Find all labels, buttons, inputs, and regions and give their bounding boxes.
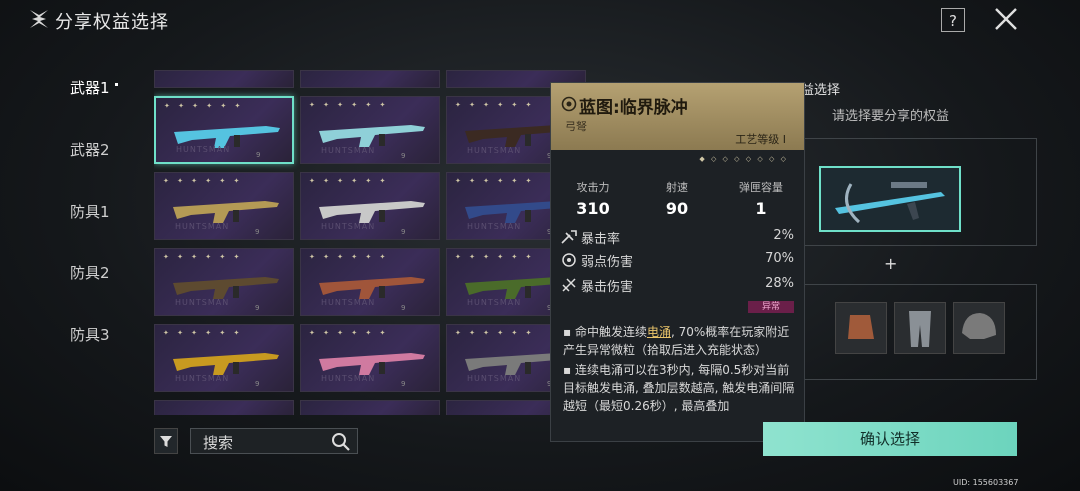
attr-crit-damage: 暴击伤害 28% <box>561 276 794 296</box>
stat-attack: 攻击力 310 <box>576 181 610 218</box>
blueprint-icon <box>561 96 577 112</box>
item-stars: ◆ ◇ ◇ ◇ ◇ ◇ ◇ ◇ <box>699 155 788 163</box>
filter-button[interactable] <box>154 428 178 454</box>
tab-weapon-1[interactable]: 武器1 <box>70 77 118 98</box>
grid-item[interactable]: ✦ ✦ ✦ ✦ ✦ ✦ HUNTSMAN 9 <box>300 96 440 164</box>
filter-icon <box>160 436 172 447</box>
item-count: 9 <box>401 380 406 388</box>
crossbow-icon <box>835 182 945 224</box>
attr-weak-damage: 弱点伤害 70% <box>561 251 794 271</box>
grid-item-partial[interactable] <box>154 70 294 88</box>
item-stars: ✦ ✦ ✦ ✦ ✦ ✦ <box>455 253 535 261</box>
item-type: 弓弩 <box>565 120 587 133</box>
item-count: 9 <box>401 228 406 236</box>
item-brand: HUNTSMAN <box>467 146 522 155</box>
close-icon[interactable] <box>993 6 1019 32</box>
armor-slot-1[interactable] <box>835 302 887 354</box>
item-stars: ✦ ✦ ✦ ✦ ✦ ✦ <box>309 253 389 261</box>
item-stars: ✦ ✦ ✦ ✦ ✦ ✦ <box>163 253 243 261</box>
desc-line-2: ▪ 连续电涌可以在3秒内, 每隔0.5秒对当前目标触发电涌, 叠加层数越高, 触… <box>563 363 795 413</box>
item-stars: ✦ ✦ ✦ ✦ ✦ ✦ <box>455 329 535 337</box>
item-brand: HUNTSMAN <box>175 374 230 383</box>
grid-item-partial[interactable] <box>300 70 440 88</box>
item-brand: HUNTSMAN <box>467 374 522 383</box>
grid-item[interactable]: ✦ ✦ ✦ ✦ ✦ ✦ HUNTSMAN 9 <box>154 248 294 316</box>
craft-level: 工艺等级 I <box>735 133 786 146</box>
item-brand: HUNTSMAN <box>321 146 376 155</box>
item-name: 蓝图:临界脉冲 <box>579 98 688 118</box>
item-count: 9 <box>401 304 406 312</box>
share-panel-subtitle: 请选择要分享的权益 <box>832 109 950 124</box>
item-detail-card: 蓝图:临界脉冲 弓弩 工艺等级 I ◆ ◇ ◇ ◇ ◇ ◇ ◇ ◇ 攻击力 310… <box>550 82 805 442</box>
grid-item[interactable]: ✦ ✦ ✦ ✦ ✦ ✦ HUNTSMAN 9 <box>300 172 440 240</box>
item-brand: HUNTSMAN <box>175 222 230 231</box>
item-stars: ✦ ✦ ✦ ✦ ✦ ✦ <box>309 329 389 337</box>
help-button[interactable]: ? <box>941 8 965 32</box>
attr-crit-rate: 暴击率 2% <box>561 228 794 248</box>
item-description: ▪ 命中触发连续电涌, 70%概率在玩家附近产生异常微粒（拾取后进入充能状态） … <box>563 323 795 417</box>
item-brand: HUNTSMAN <box>321 222 376 231</box>
stat-fire-rate: 射速 90 <box>665 181 689 218</box>
grid-item-partial[interactable] <box>154 400 294 415</box>
item-brand: HUNTSMAN <box>467 222 522 231</box>
plus-icon: + <box>884 254 898 273</box>
item-brand: HUNTSMAN <box>175 298 230 307</box>
armor-glove-icon <box>848 315 874 339</box>
item-stars: ✦ ✦ ✦ ✦ ✦ ✦ <box>163 177 243 185</box>
grid-item[interactable]: ✦ ✦ ✦ ✦ ✦ ✦ HUNTSMAN 9 <box>154 324 294 392</box>
item-count: 9 <box>255 228 260 236</box>
tab-armor-2[interactable]: 防具2 <box>70 262 110 283</box>
grid-item[interactable]: ✦ ✦ ✦ ✦ ✦ ✦ HUNTSMAN 9 <box>300 324 440 392</box>
armor-slot-2[interactable] <box>894 302 946 354</box>
item-stars: ✦ ✦ ✦ ✦ ✦ ✦ <box>455 101 535 109</box>
armor-pants-icon <box>909 311 931 347</box>
weakpoint-icon <box>562 253 576 267</box>
stat-magazine: 弹匣容量 1 <box>739 181 783 218</box>
top-bar: 分享权益选择 ? <box>0 0 1080 42</box>
item-brand: HUNTSMAN <box>321 374 376 383</box>
search-placeholder: 搜索 <box>203 434 234 452</box>
item-count: 9 <box>255 304 260 312</box>
item-brand: HUNTSMAN <box>321 298 376 307</box>
grid-item-partial[interactable] <box>300 400 440 415</box>
page-title: 分享权益选择 <box>55 12 169 33</box>
grid-item[interactable]: ✦ ✦ ✦ ✦ ✦ ✦ HUNTSMAN 9 <box>154 172 294 240</box>
item-stars: ✦ ✦ ✦ ✦ ✦ ✦ <box>455 177 535 185</box>
crit-rate-icon <box>561 230 577 244</box>
item-brand: HUNTSMAN <box>176 145 231 154</box>
tab-weapon-2[interactable]: 武器2 <box>70 139 110 160</box>
armor-slot-3[interactable] <box>953 302 1005 354</box>
game-logo-icon <box>30 10 48 28</box>
tab-armor-3[interactable]: 防具3 <box>70 324 110 345</box>
item-stars: ✦ ✦ ✦ ✦ ✦ ✦ <box>163 329 243 337</box>
search-icon[interactable] <box>331 432 351 452</box>
anomaly-badge: 异常 <box>748 301 794 313</box>
item-stars: ✦ ✦ ✦ ✦ ✦ ✦ <box>309 101 389 109</box>
grid-item[interactable]: ✦ ✦ ✦ ✦ ✦ ✦ HUNTSMAN 9 <box>154 96 294 164</box>
item-count: 9 <box>256 151 261 159</box>
item-grid: ✦ ✦ ✦ ✦ ✦ ✦ HUNTSMAN 9 ✦ ✦ ✦ ✦ ✦ ✦ HUNTSMAN 9… <box>154 70 586 415</box>
desc-line-1: ▪ 命中触发连续电涌, 70%概率在玩家附近产生异常微粒（拾取后进入充能状态） <box>563 325 790 357</box>
uid-label: UID: 155603367 <box>953 478 1019 487</box>
selected-weapon-slot[interactable] <box>819 166 961 232</box>
item-count: 9 <box>255 380 260 388</box>
crit-damage-icon <box>562 278 576 292</box>
tab-armor-1[interactable]: 防具1 <box>70 201 110 222</box>
item-stars: ✦ ✦ ✦ ✦ ✦ ✦ <box>164 102 244 110</box>
item-count: 9 <box>401 152 406 160</box>
item-brand: HUNTSMAN <box>467 298 522 307</box>
confirm-button[interactable]: 确认选择 <box>763 422 1017 456</box>
keyword-link[interactable]: 电涌 <box>647 325 671 339</box>
search-input[interactable]: 搜索 <box>190 428 358 454</box>
armor-helmet-icon <box>962 313 996 339</box>
grid-item[interactable]: ✦ ✦ ✦ ✦ ✦ ✦ HUNTSMAN 9 <box>300 248 440 316</box>
card-header: 蓝图:临界脉冲 弓弩 工艺等级 I <box>551 83 804 150</box>
item-stars: ✦ ✦ ✦ ✦ ✦ ✦ <box>309 177 389 185</box>
